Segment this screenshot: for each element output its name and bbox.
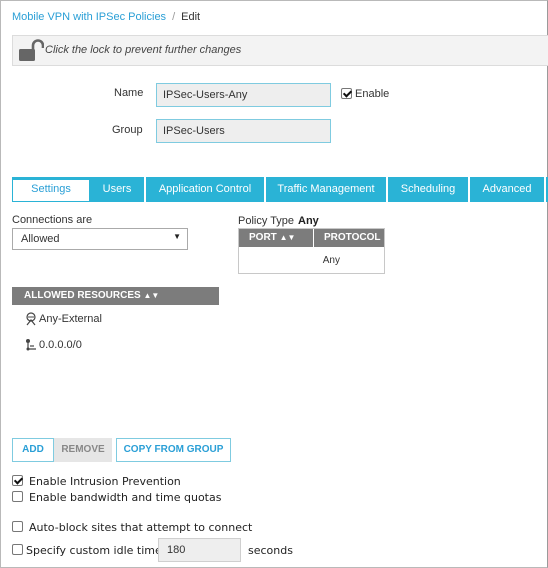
allowed-resources-table: ALLOWED RESOURCES ▲▼ bbox=[12, 287, 219, 305]
breadcrumb-separator: / bbox=[172, 11, 176, 23]
group-field[interactable]: IPSec-Users bbox=[156, 119, 331, 143]
lock-message: Click the lock to prevent further change… bbox=[45, 44, 242, 56]
connections-label: Connections are bbox=[12, 214, 93, 226]
remove-button[interactable]: REMOVE bbox=[54, 438, 112, 462]
port-protocol-table: PORT ▲▼ PROTOCOL Any bbox=[238, 228, 385, 274]
sort-icon: ▲▼ bbox=[143, 291, 160, 300]
port-column-header[interactable]: PORT ▲▼ bbox=[239, 229, 314, 247]
enable-checkbox[interactable] bbox=[341, 88, 352, 99]
alias-icon bbox=[24, 312, 38, 326]
breadcrumb-parent-link[interactable]: Mobile VPN with IPSec Policies bbox=[12, 11, 166, 23]
tab-users[interactable]: Users bbox=[90, 177, 146, 202]
breadcrumb-current: Edit bbox=[181, 11, 201, 23]
lock-bar: Click the lock to prevent further change… bbox=[12, 35, 548, 66]
intrusion-prevention-label: Enable Intrusion Prevention bbox=[29, 475, 181, 488]
allowed-resources-header[interactable]: ALLOWED RESOURCES ▲▼ bbox=[12, 287, 219, 305]
bandwidth-quotas-checkbox[interactable] bbox=[12, 491, 23, 502]
name-field[interactable]: IPSec-Users-Any bbox=[156, 83, 331, 107]
auto-block-checkbox[interactable] bbox=[12, 521, 23, 532]
connections-select[interactable]: Allowed ▼ bbox=[12, 228, 188, 250]
bandwidth-quotas-label: Enable bandwidth and time quotas bbox=[29, 491, 222, 504]
protocol-column-header[interactable]: PROTOCOL bbox=[314, 229, 384, 247]
sort-icon: ▲▼ bbox=[279, 233, 296, 242]
tab-traffic-management[interactable]: Traffic Management bbox=[266, 177, 388, 202]
tab-settings[interactable]: Settings bbox=[12, 177, 90, 202]
list-item[interactable]: 0.0.0.0/0 bbox=[24, 338, 82, 352]
table-header: PORT ▲▼ PROTOCOL bbox=[239, 229, 384, 247]
tab-application-control[interactable]: Application Control bbox=[146, 177, 266, 202]
chevron-down-icon: ▼ bbox=[173, 232, 181, 241]
add-button[interactable]: ADD bbox=[12, 438, 54, 462]
connections-value: Allowed bbox=[21, 233, 60, 245]
network-icon bbox=[24, 338, 38, 352]
name-label: Name bbox=[114, 87, 144, 99]
tab-bar: Settings Users Application Control Traff… bbox=[12, 177, 548, 202]
enable-label: Enable bbox=[355, 88, 390, 100]
intrusion-prevention-checkbox[interactable] bbox=[12, 475, 23, 486]
tab-scheduling[interactable]: Scheduling bbox=[388, 177, 470, 202]
idle-timeout-label: Specify custom idle timeout bbox=[26, 544, 180, 557]
idle-timeout-field[interactable]: 180 bbox=[158, 538, 241, 562]
tab-advanced[interactable]: Advanced bbox=[470, 177, 546, 202]
breadcrumb: Mobile VPN with IPSec Policies / Edit bbox=[12, 11, 200, 23]
list-item[interactable]: Any-External bbox=[24, 312, 102, 326]
idle-timeout-unit: seconds bbox=[248, 544, 293, 557]
auto-block-label: Auto-block sites that attempt to connect bbox=[29, 521, 253, 534]
resource-label: Any-External bbox=[39, 312, 102, 325]
resource-label: 0.0.0.0/0 bbox=[39, 338, 82, 351]
copy-from-group-button[interactable]: COPY FROM GROUP bbox=[116, 438, 231, 462]
policy-type-value: Any bbox=[298, 215, 319, 227]
group-label: Group bbox=[112, 124, 143, 136]
policy-type-label: Policy Type bbox=[238, 215, 295, 227]
idle-timeout-checkbox[interactable] bbox=[12, 544, 23, 555]
unlocked-lock-icon[interactable] bbox=[18, 39, 45, 63]
table-cell-protocol: Any bbox=[322, 255, 340, 266]
